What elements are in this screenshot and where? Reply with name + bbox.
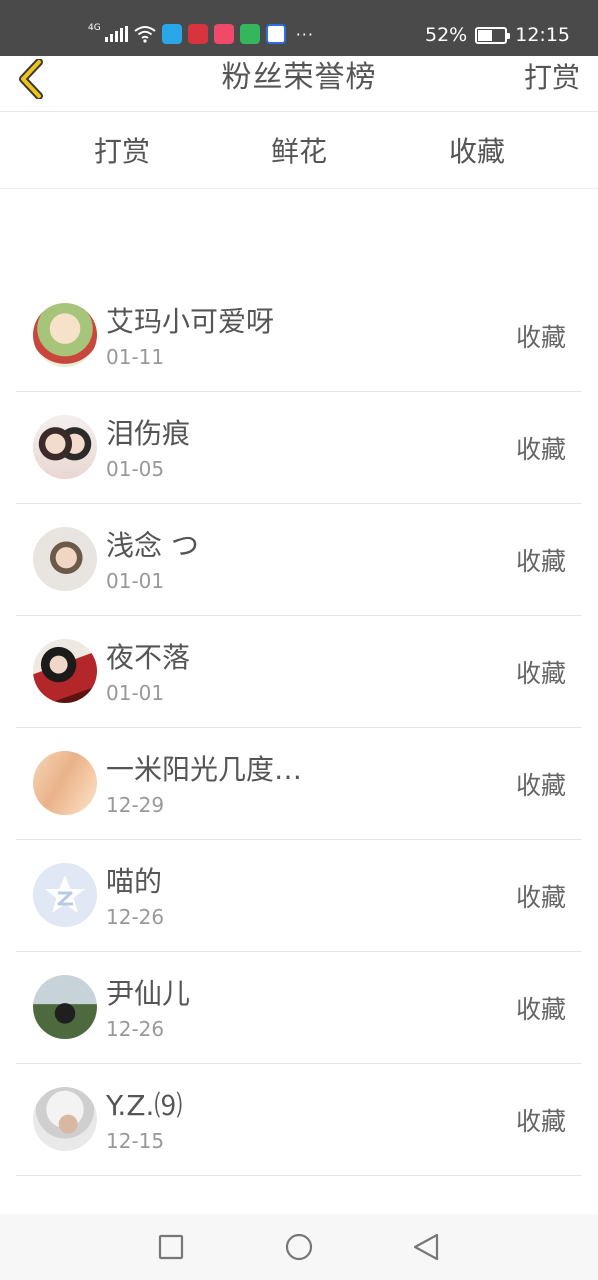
avatar[interactable] bbox=[33, 1087, 97, 1151]
fan-date: 01-01 bbox=[106, 681, 165, 705]
fan-date: 01-01 bbox=[106, 569, 165, 593]
list-item[interactable]: 浅念 つ 01-01 收藏 bbox=[16, 504, 582, 616]
back-nav-button[interactable] bbox=[411, 1232, 441, 1262]
battery-icon bbox=[475, 26, 511, 44]
avatar[interactable] bbox=[33, 975, 97, 1039]
wifi-icon bbox=[134, 26, 156, 43]
fan-action: 收藏 bbox=[515, 883, 566, 912]
list-item[interactable]: 泪伤痕 01-05 收藏 bbox=[16, 392, 582, 504]
fan-date: 12-26 bbox=[106, 1017, 165, 1041]
fan-date: 12-26 bbox=[106, 905, 165, 929]
recents-button[interactable] bbox=[156, 1232, 186, 1262]
tab-label: 打赏 bbox=[93, 135, 150, 168]
tab-favorites[interactable]: 收藏 bbox=[417, 113, 537, 189]
recents-icon bbox=[158, 1234, 184, 1260]
status-icons-left: 4G ··· bbox=[88, 22, 314, 46]
fan-name: 艾玛小可爱呀 bbox=[106, 305, 275, 338]
app-icon-reader bbox=[187, 24, 208, 44]
fan-action: 收藏 bbox=[515, 435, 566, 464]
tab-flowers[interactable]: 鲜花 bbox=[239, 113, 359, 189]
avatar[interactable] bbox=[33, 751, 97, 815]
home-button[interactable] bbox=[284, 1232, 314, 1262]
header: 粉丝荣誉榜 打赏 bbox=[0, 56, 598, 112]
tab-reward[interactable]: 打赏 bbox=[62, 113, 182, 189]
star-icon bbox=[45, 875, 85, 913]
list-item[interactable]: 尹仙儿 12-26 收藏 bbox=[16, 952, 582, 1064]
avatar-qq-default[interactable] bbox=[33, 863, 97, 927]
app-icon-browser bbox=[161, 24, 182, 44]
signal-icon bbox=[104, 26, 128, 42]
fan-name: 泪伤痕 bbox=[106, 417, 191, 450]
fan-action: 收藏 bbox=[515, 771, 566, 800]
fan-action: 收藏 bbox=[515, 659, 566, 688]
app-icon-baidu bbox=[265, 24, 286, 44]
fan-name: 一米阳光几度… bbox=[106, 753, 303, 786]
fan-action: 收藏 bbox=[515, 547, 566, 576]
fan-name: 夜不落 bbox=[106, 641, 191, 674]
fan-name: 尹仙儿 bbox=[106, 977, 191, 1010]
clock: 12:15 bbox=[515, 24, 570, 46]
fan-list: 艾玛小可爱呀 01-11 收藏 泪伤痕 01-05 收藏 浅念 つ 01-01 … bbox=[16, 280, 582, 1176]
avatar[interactable] bbox=[33, 527, 97, 591]
status-icons-right: 52% 12:15 bbox=[425, 22, 570, 48]
list-item[interactable]: 喵的 12-26 收藏 bbox=[16, 840, 582, 952]
fan-name: 浅念 つ bbox=[106, 529, 199, 562]
tab-label: 鲜花 bbox=[270, 135, 327, 168]
avatar[interactable] bbox=[33, 639, 97, 703]
list-item[interactable]: 艾玛小可爱呀 01-11 收藏 bbox=[16, 280, 582, 392]
back-triangle-icon bbox=[413, 1233, 439, 1261]
more-notifications: ··· bbox=[295, 24, 314, 44]
home-icon bbox=[285, 1233, 313, 1261]
avatar[interactable] bbox=[33, 415, 97, 479]
fan-action: 收藏 bbox=[515, 995, 566, 1024]
fan-date: 12-15 bbox=[106, 1129, 165, 1153]
list-item[interactable]: Y.Z.⑼ 12-15 收藏 bbox=[16, 1064, 582, 1176]
fan-action: 收藏 bbox=[515, 323, 566, 352]
app-icon-video bbox=[239, 24, 260, 44]
status-bar: 4G ··· 52% 12:15 bbox=[0, 0, 598, 56]
system-nav-bar bbox=[0, 1214, 598, 1280]
page-title: 粉丝荣誉榜 bbox=[221, 60, 377, 95]
tab-label: 收藏 bbox=[448, 135, 505, 168]
list-item[interactable]: 一米阳光几度… 12-29 收藏 bbox=[16, 728, 582, 840]
fan-action: 收藏 bbox=[515, 1107, 566, 1136]
fan-date: 01-11 bbox=[106, 345, 165, 369]
network-type: 4G bbox=[88, 22, 101, 33]
battery-percent: 52% bbox=[425, 24, 468, 46]
fan-date: 12-29 bbox=[106, 793, 165, 817]
reward-button[interactable]: 打赏 bbox=[524, 56, 580, 100]
fan-name: Y.Z.⑼ bbox=[106, 1089, 183, 1122]
avatar[interactable] bbox=[33, 303, 97, 367]
app-icon-pink bbox=[213, 24, 234, 44]
list-item[interactable]: 夜不落 01-01 收藏 bbox=[16, 616, 582, 728]
fan-name: 喵的 bbox=[106, 865, 163, 898]
tab-bar: 打赏 鲜花 收藏 bbox=[0, 113, 598, 189]
fan-date: 01-05 bbox=[106, 457, 165, 481]
